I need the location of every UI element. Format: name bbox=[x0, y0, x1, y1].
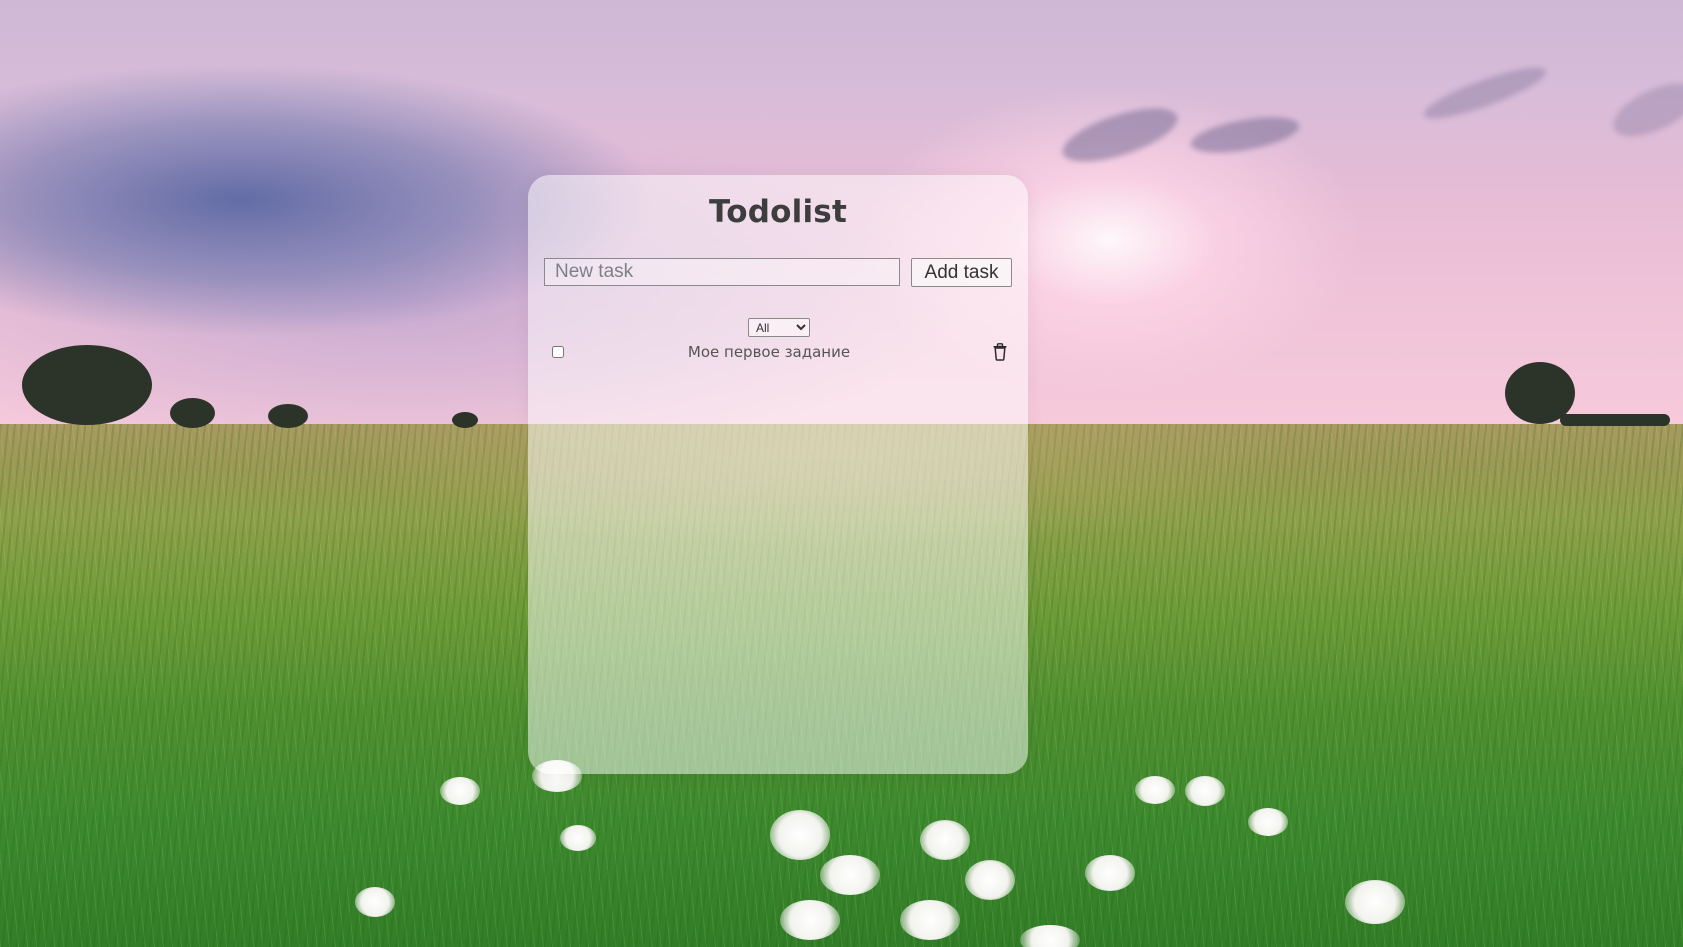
flower-shape bbox=[1345, 880, 1405, 924]
flower-shape bbox=[965, 860, 1015, 900]
filter-select[interactable]: All bbox=[748, 318, 810, 337]
flower-shape bbox=[440, 777, 480, 805]
flower-shape bbox=[770, 810, 830, 860]
task-item: Мое первое задание bbox=[528, 340, 1028, 364]
flower-shape bbox=[1248, 808, 1288, 836]
flower-shape bbox=[560, 825, 596, 851]
flower-shape bbox=[1185, 776, 1225, 806]
tree-shape bbox=[22, 345, 152, 425]
trash-icon bbox=[992, 343, 1008, 364]
app-title: Todolist bbox=[709, 194, 847, 230]
flower-shape bbox=[920, 820, 970, 860]
flower-shape bbox=[355, 887, 395, 917]
tree-shape bbox=[170, 398, 215, 428]
flower-shape bbox=[1085, 855, 1135, 891]
todo-card: Todolist Add task All Мое первое задание bbox=[528, 175, 1028, 774]
tree-shape bbox=[1560, 414, 1670, 426]
tree-shape bbox=[268, 404, 308, 428]
add-task-button[interactable]: Add task bbox=[911, 258, 1012, 287]
tree-shape bbox=[452, 412, 478, 428]
flower-shape bbox=[820, 855, 880, 895]
task-text: Мое первое задание bbox=[687, 343, 851, 361]
flower-shape bbox=[900, 900, 960, 940]
flower-shape bbox=[780, 900, 840, 940]
flower-shape bbox=[1020, 925, 1080, 947]
todo-page: Todolist Add task All Мое первое задание bbox=[0, 0, 1683, 947]
delete-task-button[interactable] bbox=[992, 343, 1008, 361]
new-task-input[interactable] bbox=[544, 258, 900, 286]
flower-shape bbox=[1135, 776, 1175, 804]
